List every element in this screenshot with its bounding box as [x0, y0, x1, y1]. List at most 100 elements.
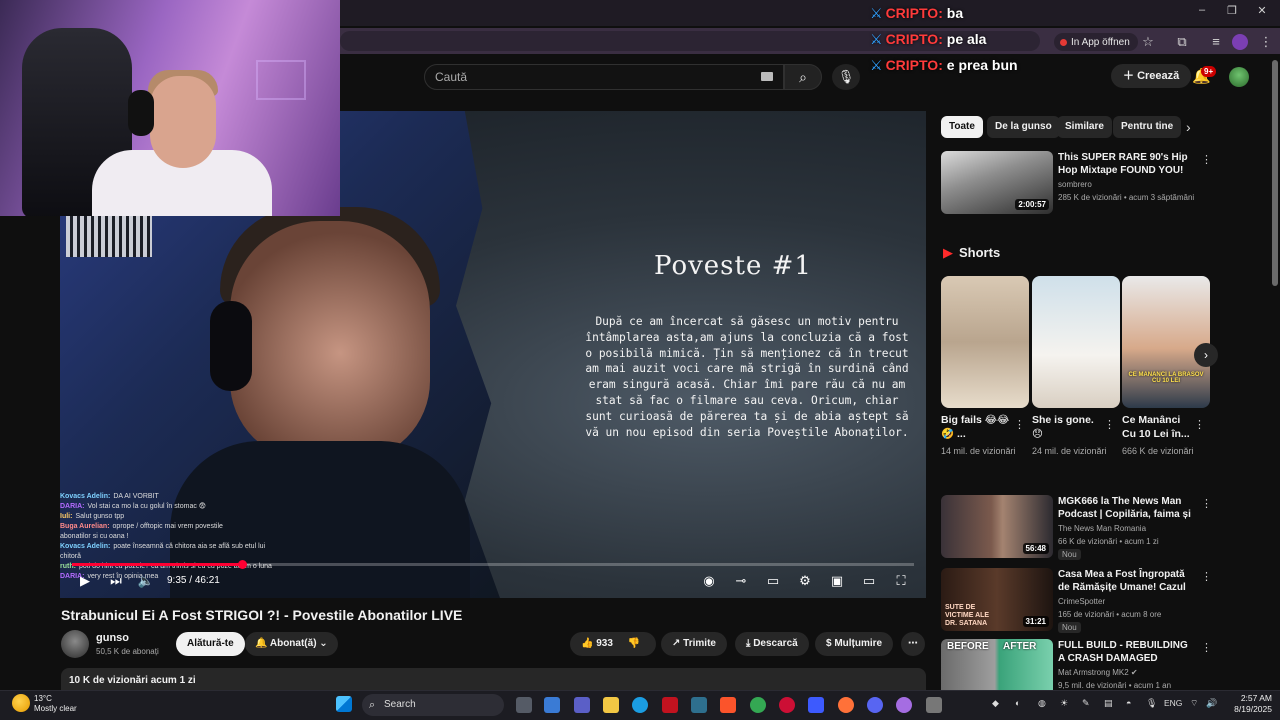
subtitles-icon[interactable]: ▭: [764, 573, 782, 589]
recommended-video[interactable]: 56:48 MGK666 la The News Man Podcast | C…: [941, 495, 1212, 560]
autoplay-toggle[interactable]: ⊸: [730, 573, 752, 589]
recommended-video[interactable]: 2:00:57 This SUPER RARE 90's Hip Hop Mix…: [941, 151, 1212, 215]
subscribed-button[interactable]: 🔔 Abonat(ă) ⌄: [245, 632, 338, 656]
video-title[interactable]: FULL BUILD - REBUILDING A CRASH DAMAGED …: [1058, 639, 1196, 665]
taskbar-search[interactable]: ⌕ Search: [362, 694, 504, 716]
mic-icon[interactable]: 🎙: [1146, 698, 1157, 709]
miniplayer-icon[interactable]: ▣: [828, 573, 846, 589]
short-thumbnail[interactable]: [941, 276, 1029, 408]
chip-related[interactable]: Similare: [1057, 116, 1112, 138]
firefox-icon[interactable]: [838, 697, 854, 713]
short-title[interactable]: Ce Manânci Cu 10 Lei în...: [1122, 413, 1194, 441]
play-icon[interactable]: ▶: [76, 573, 94, 589]
fullscreen-icon[interactable]: ⛶: [892, 573, 910, 589]
wifi-icon[interactable]: ⌔: [1190, 698, 1198, 709]
tray-icon[interactable]: ◍: [1038, 698, 1046, 709]
task-view-icon[interactable]: [516, 697, 532, 713]
volume-icon[interactable]: 🔊: [1206, 698, 1217, 709]
copilot-icon[interactable]: [544, 697, 560, 713]
open-in-app-button[interactable]: In App öffnen: [1054, 33, 1138, 51]
opera-icon[interactable]: [779, 697, 795, 713]
short-thumbnail[interactable]: CE MANANCI LA BRASOV CU 10 LEI: [1122, 276, 1210, 408]
tray-icon[interactable]: ◓: [1126, 698, 1131, 708]
search-button[interactable]: ⌕: [784, 64, 822, 90]
next-icon[interactable]: ⏭: [107, 573, 125, 589]
tray-icon[interactable]: ▤: [1104, 698, 1113, 709]
progress-bar[interactable]: [72, 560, 914, 569]
short-title[interactable]: She is gone. 😞: [1032, 413, 1104, 441]
more-vertical-icon[interactable]: ⋮: [1201, 570, 1212, 583]
discord-icon[interactable]: [867, 697, 883, 713]
video-title[interactable]: MGK666 la The News Man Podcast | Copilăr…: [1058, 495, 1196, 521]
keyboard-icon[interactable]: [761, 72, 773, 81]
weather-widget[interactable]: 13°C Mostly clear: [34, 694, 77, 714]
app-icon[interactable]: [662, 697, 678, 713]
recommended-video[interactable]: BEFORE AFTER FULL BUILD - REBUILDING A C…: [941, 639, 1211, 690]
video-thumbnail[interactable]: 2:00:57: [941, 151, 1053, 214]
video-thumbnail[interactable]: BEFORE AFTER: [941, 639, 1053, 690]
channel-name[interactable]: The News Man Romania: [1058, 524, 1146, 533]
tray-icon[interactable]: ◐: [1015, 698, 1020, 708]
chip-for-you[interactable]: Pentru tine: [1113, 116, 1182, 138]
file-explorer-icon[interactable]: [603, 697, 619, 713]
video-thumbnail[interactable]: 56:48: [941, 495, 1053, 558]
ambient-mode-icon[interactable]: ◉: [700, 573, 718, 589]
channel-name[interactable]: sombrero: [1058, 180, 1092, 189]
create-button[interactable]: ＋ Creează: [1111, 64, 1192, 88]
extensions-icon[interactable]: ⧉: [1174, 34, 1190, 50]
voice-search-button[interactable]: 🎙: [832, 64, 860, 90]
app-icon[interactable]: [808, 697, 824, 713]
channel-name[interactable]: CrimeSpotter: [1058, 597, 1105, 606]
video-thumbnail[interactable]: SUTE DE VICTIME ALE DR. SATANA 31:21: [941, 568, 1053, 631]
short-thumbnail[interactable]: [1032, 276, 1120, 408]
recommended-video[interactable]: SUTE DE VICTIME ALE DR. SATANA 31:21 Cas…: [941, 568, 1212, 633]
video-title[interactable]: Casa Mea a Fost Îngropată de Rămășițe Um…: [1058, 568, 1196, 594]
more-actions-button[interactable]: ⋯: [901, 632, 925, 656]
search-input[interactable]: Caută: [424, 64, 784, 90]
account-avatar[interactable]: [1229, 67, 1249, 87]
close-window-button[interactable]: ✕: [1252, 4, 1272, 17]
volume-icon[interactable]: 🔈: [137, 573, 155, 589]
chrome-icon[interactable]: [750, 697, 766, 713]
scrubber-handle[interactable]: [238, 560, 248, 569]
more-vertical-icon[interactable]: ⋮: [1201, 641, 1211, 654]
edge-icon[interactable]: [632, 697, 648, 713]
channel-name[interactable]: Mat Armstrong MK2 ✔: [1058, 668, 1138, 677]
brave-icon[interactable]: [720, 697, 736, 713]
page-scrollbar[interactable]: [1272, 60, 1278, 286]
thanks-button[interactable]: $ Mulțumire: [815, 632, 894, 656]
star-icon[interactable]: ☆: [1140, 34, 1156, 50]
short-title[interactable]: Big fails 😂😂🤣 ...: [941, 413, 1013, 441]
chip-all[interactable]: Toate: [941, 116, 983, 138]
download-button[interactable]: ⤓ Descarcă: [735, 632, 809, 656]
system-clock[interactable]: 2:57 AM 8/19/2025: [1222, 693, 1272, 715]
tray-icon[interactable]: ☀: [1060, 698, 1068, 709]
chip-from-channel[interactable]: De la gunso: [987, 116, 1060, 138]
more-vertical-icon[interactable]: ⋮: [1201, 153, 1212, 166]
more-vertical-icon[interactable]: ⋮: [1104, 418, 1115, 431]
channel-avatar[interactable]: [61, 630, 89, 658]
dislike-button[interactable]: 👎: [628, 638, 640, 649]
app-icon[interactable]: [926, 697, 942, 713]
profile-icon[interactable]: [1232, 34, 1248, 50]
share-button[interactable]: ↗ Trimite: [661, 632, 727, 656]
channel-name[interactable]: gunso: [96, 632, 129, 644]
more-vertical-icon[interactable]: ⋮: [1014, 418, 1025, 431]
video-title[interactable]: This SUPER RARE 90's Hip Hop Mixtape FOU…: [1058, 151, 1196, 177]
like-button[interactable]: 👍 933: [581, 638, 613, 649]
app-icon[interactable]: [691, 697, 707, 713]
join-button[interactable]: Alătură-te: [176, 632, 245, 656]
chevron-right-icon[interactable]: ›: [1186, 119, 1191, 135]
more-vertical-icon[interactable]: ⋮: [1201, 497, 1212, 510]
language-indicator[interactable]: ENG: [1164, 698, 1182, 708]
shorts-next-button[interactable]: ›: [1194, 343, 1218, 367]
minimize-button[interactable]: –: [1192, 4, 1212, 16]
tray-icon[interactable]: ✎: [1082, 698, 1090, 709]
windows-start-icon[interactable]: [336, 696, 352, 712]
settings-gear-icon[interactable]: ⚙: [796, 573, 814, 589]
discord-tray-icon[interactable]: ◆: [992, 698, 999, 709]
maximize-button[interactable]: ❐: [1222, 4, 1242, 17]
opera-gx-icon[interactable]: [896, 697, 912, 713]
more-menu-icon[interactable]: ⋮: [1258, 34, 1274, 50]
media-controls-icon[interactable]: ≡: [1208, 34, 1224, 50]
